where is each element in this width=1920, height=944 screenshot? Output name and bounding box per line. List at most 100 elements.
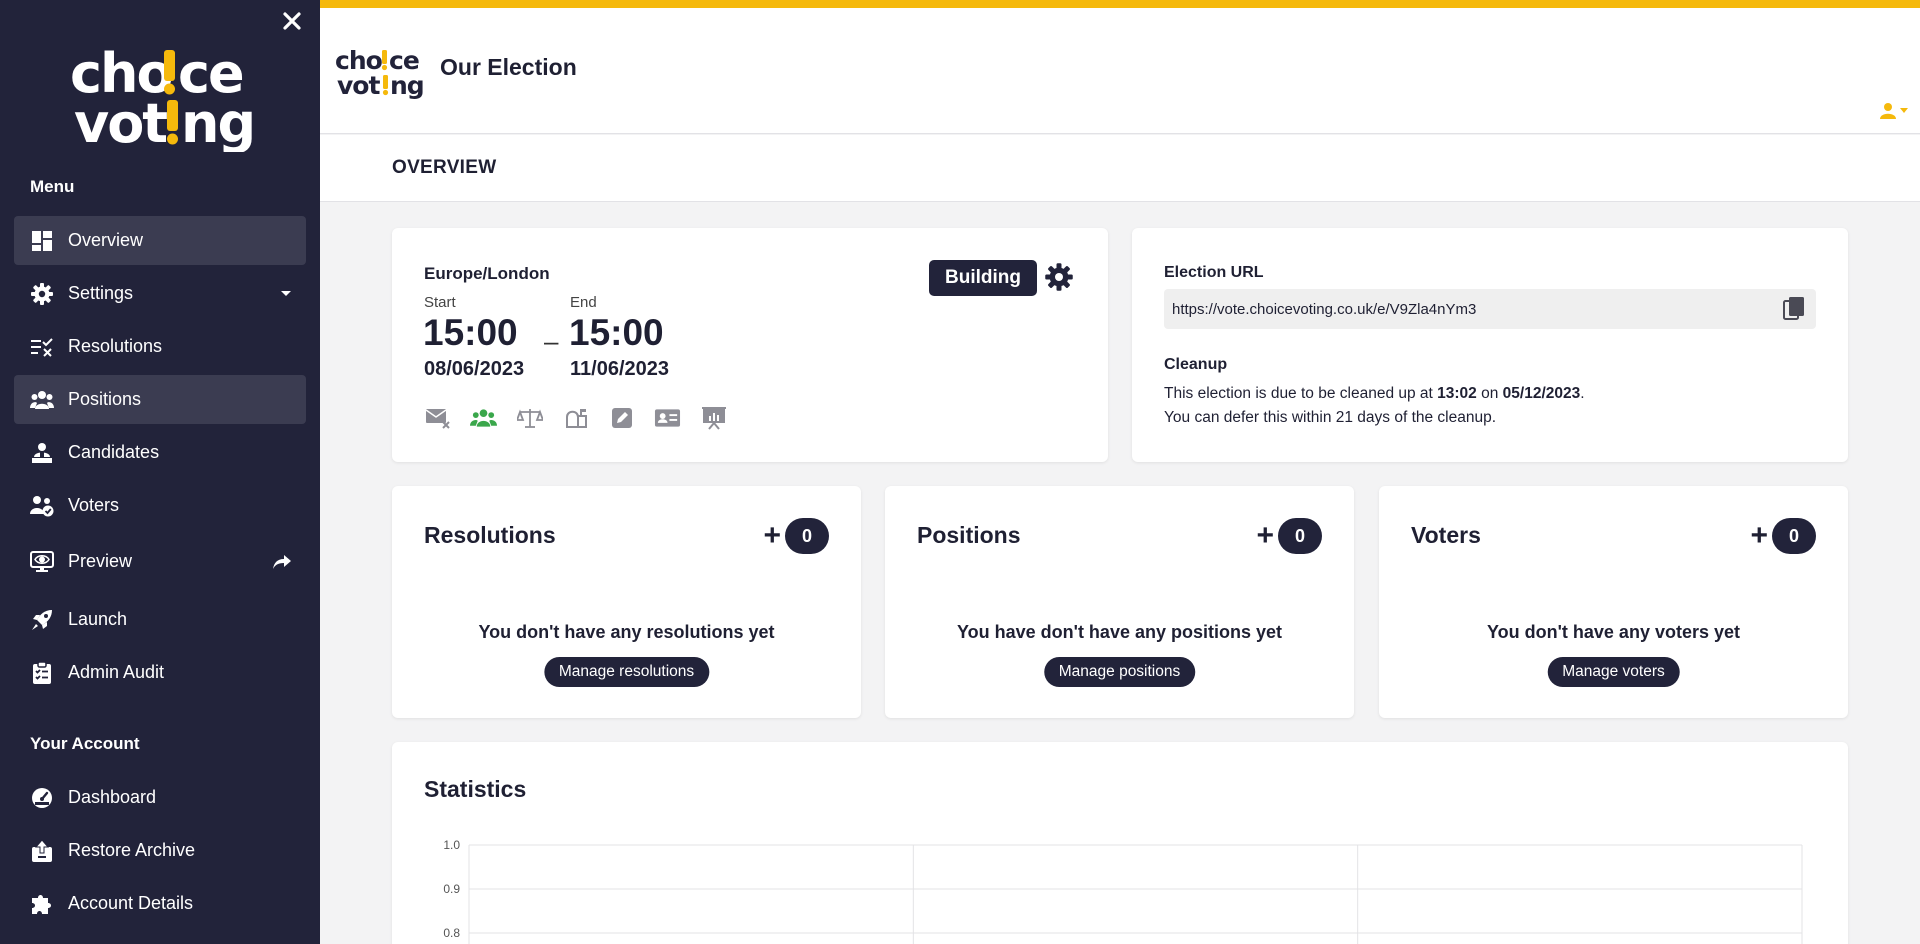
empty-message: You have don't have any positions yet: [956, 622, 1282, 642]
add-position-control: + 0: [1256, 518, 1322, 554]
dashboard-icon: [30, 229, 54, 253]
sidebar-item-label: Launch: [68, 609, 128, 629]
sidebar-item-account-details[interactable]: Account Details: [14, 879, 306, 928]
statistics-card: Statistics 1.0 0.9 0.8: [392, 742, 1848, 944]
cleanup-label: Cleanup: [1164, 356, 1228, 373]
page-subheader: OVERVIEW: [320, 135, 1920, 202]
archive-upload-icon: [30, 838, 54, 863]
sidebar-item-admin-audit[interactable]: Admin Audit: [14, 648, 306, 697]
page-title: OVERVIEW: [392, 157, 497, 178]
cleanup-text-on: on: [1476, 385, 1503, 402]
sidebar-item-launch[interactable]: Launch: [14, 595, 306, 644]
positions-card: Positions + 0 You have don't have any po…: [885, 486, 1354, 718]
count-badge: 0: [785, 518, 829, 554]
close-icon[interactable]: [280, 9, 304, 33]
gear-icon: [30, 282, 54, 306]
edit-icon: [608, 404, 635, 431]
feature-icons: [424, 404, 727, 431]
y-tick-label: 1.0: [443, 838, 460, 852]
svg-text:vot: vot: [74, 92, 167, 152]
sidebar-item-label: Resolutions: [68, 336, 163, 356]
election-timing-card: Europe/London Start End 15:00 – 15:00 08…: [392, 228, 1108, 462]
sidebar-item-settings[interactable]: Settings: [14, 269, 306, 318]
people-group-icon: [470, 404, 497, 431]
id-card-icon: [654, 404, 681, 431]
status-badge: Building: [929, 260, 1037, 296]
manage-positions-button[interactable]: Manage positions: [1043, 657, 1196, 687]
resolutions-icon: [30, 335, 54, 359]
manage-voters-button[interactable]: Manage voters: [1547, 657, 1680, 687]
sidebar-item-label: Overview: [68, 230, 144, 250]
sidebar-item-label: Admin Audit: [68, 662, 165, 682]
account-heading: Your Account: [30, 734, 140, 753]
mailbox-icon: [562, 404, 589, 431]
card-title: Voters: [1411, 522, 1481, 548]
sidebar-item-preview[interactable]: Preview: [14, 537, 306, 586]
timezone-label: Europe/London: [424, 264, 550, 283]
sidebar-item-dashboard[interactable]: Dashboard: [14, 773, 306, 822]
gear-icon[interactable]: [1044, 262, 1074, 292]
svg-text:ng: ng: [390, 71, 424, 100]
sidebar-item-label: Settings: [68, 283, 134, 303]
count-badge: 0: [1278, 518, 1322, 554]
caret-down-icon: [1900, 108, 1908, 113]
clipboard-icon: [30, 660, 54, 685]
sidebar-item-restore-archive[interactable]: Restore Archive: [14, 826, 306, 875]
cleanup-text-prefix: This election is due to be cleaned up at: [1164, 385, 1438, 402]
card-title: Resolutions: [424, 522, 556, 548]
svg-text:vot: vot: [337, 71, 380, 100]
svg-text:ng: ng: [181, 92, 254, 152]
end-label: End: [570, 294, 597, 311]
puzzle-icon: [30, 892, 54, 916]
preview-icon: [30, 550, 54, 574]
sidebar-item-label: Preview: [68, 551, 133, 571]
user-menu[interactable]: [1879, 102, 1908, 120]
add-resolution-control: + 0: [763, 518, 829, 554]
empty-message: You don't have any resolutions yet: [478, 622, 775, 642]
sidebar-item-label: Voters: [68, 495, 120, 515]
voters-icon: [30, 494, 54, 518]
add-position-button[interactable]: +: [1256, 521, 1274, 551]
manage-resolutions-button[interactable]: Manage resolutions: [543, 657, 710, 687]
sidebar-item-candidates[interactable]: Candidates: [14, 428, 306, 477]
election-url-card: Election URL https://vote.choicevoting.c…: [1132, 228, 1848, 462]
sidebar-item-label: Candidates: [68, 442, 160, 462]
start-date: 08/06/2023: [424, 358, 525, 380]
resolutions-card: Resolutions + 0 You don't have any resol…: [392, 486, 861, 718]
sidebar-item-overview[interactable]: Overview: [14, 216, 306, 265]
election-url-value: https://vote.choicevoting.co.uk/e/V9Zla4…: [1172, 300, 1477, 318]
scales-icon: [516, 404, 543, 431]
add-voter-button[interactable]: +: [1750, 521, 1768, 551]
menu-heading: Menu: [30, 177, 75, 196]
cleanup-date: 05/12/2023: [1502, 385, 1581, 402]
app-header: cho ce vot ng Our Election: [320, 8, 1920, 134]
rocket-icon: [30, 608, 54, 632]
add-voter-control: + 0: [1750, 518, 1816, 554]
end-date: 11/06/2023: [570, 358, 669, 380]
people-icon: [30, 388, 54, 412]
sidebar-item-label: Restore Archive: [68, 840, 196, 860]
cleanup-text-period: .: [1580, 385, 1585, 402]
sidebar: cho ce vot ng Menu Overview Settings Res…: [0, 0, 320, 944]
voters-card: Voters + 0 You don't have any voters yet…: [1379, 486, 1848, 718]
empty-message: You don't have any voters yet: [1486, 622, 1740, 642]
share-arrow-icon: [272, 554, 292, 570]
cleanup-text: This election is due to be cleaned up at…: [1164, 382, 1585, 430]
sidebar-item-label: Positions: [68, 389, 142, 409]
sidebar-item-voters[interactable]: Voters: [14, 481, 306, 530]
cleanup-time: 13:02: [1437, 385, 1477, 402]
y-tick-label: 0.8: [443, 926, 460, 940]
add-resolution-button[interactable]: +: [763, 521, 781, 551]
count-badge: 0: [1772, 518, 1816, 554]
choice-voting-logo-small: cho ce vot ng: [335, 46, 425, 100]
sidebar-item-resolutions[interactable]: Resolutions: [14, 322, 306, 371]
statistics-chart: 1.0 0.9 0.8: [443, 838, 1803, 944]
end-time: 15:00: [569, 312, 664, 353]
start-label: Start: [424, 294, 456, 311]
copy-icon[interactable]: [1782, 296, 1806, 322]
election-url-field[interactable]: https://vote.choicevoting.co.uk/e/V9Zla4…: [1164, 289, 1816, 329]
sidebar-item-positions[interactable]: Positions: [14, 375, 306, 424]
sidebar-item-label: Account Details: [68, 893, 194, 913]
user-icon: [1880, 103, 1896, 119]
election-title: Our Election: [440, 54, 577, 80]
